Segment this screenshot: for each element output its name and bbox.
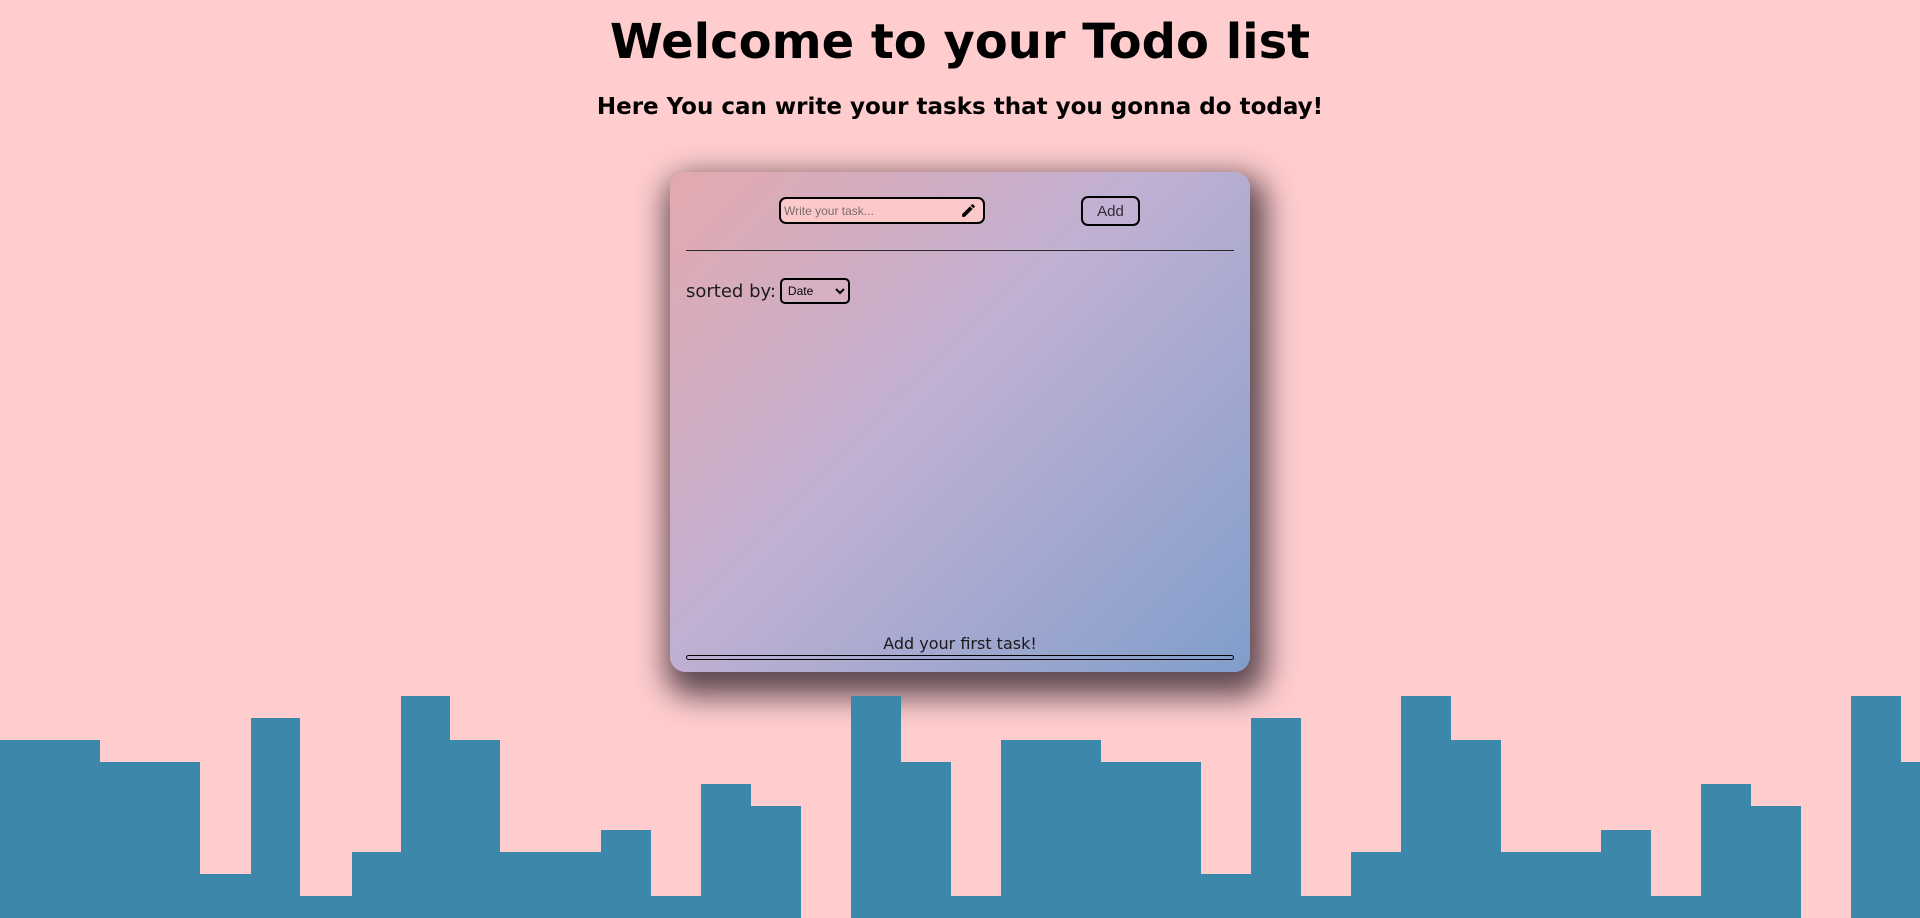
page: Welcome to your Todo list Here You can w…	[0, 0, 1920, 918]
todo-card: Add sorted by: Date Add your first task!	[670, 172, 1250, 672]
page-subtitle: Here You can write your tasks that you g…	[596, 94, 1324, 120]
sort-label: sorted by:	[686, 280, 776, 302]
task-input-wrapper	[779, 197, 985, 224]
sort-select[interactable]: Date	[779, 278, 850, 304]
sort-row: sorted by: Date	[686, 278, 850, 304]
page-title: Welcome to your Todo list	[609, 14, 1311, 70]
progress-bar	[686, 655, 1234, 660]
divider	[686, 250, 1234, 251]
add-task-button[interactable]: Add	[1081, 196, 1140, 226]
task-input[interactable]	[784, 200, 954, 221]
skyline-illustration	[0, 696, 1920, 918]
empty-task-message: Add your first task!	[883, 634, 1037, 653]
pencil-icon	[962, 204, 975, 217]
